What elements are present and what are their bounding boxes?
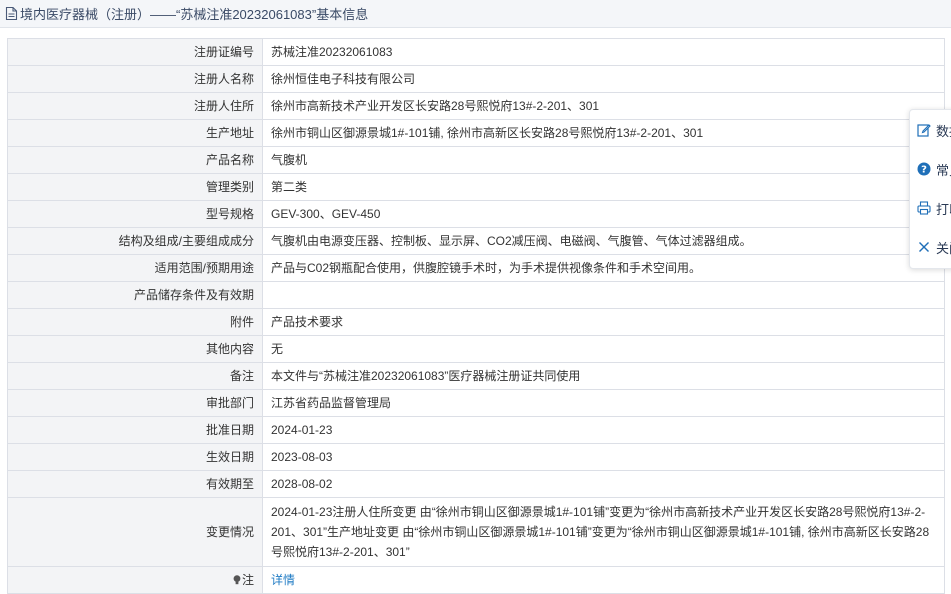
- field-value: 苏械注准20232061083: [262, 38, 945, 66]
- note-label: 注: [241, 573, 254, 587]
- table-row: 附件 产品技术要求: [7, 308, 945, 336]
- field-label: 审批部门: [7, 389, 263, 417]
- table-row: 注册人名称 徐州恒佳电子科技有限公司: [7, 65, 945, 93]
- print-button[interactable]: 打印: [910, 189, 951, 227]
- change-history-row: 变更情况 2024-01-23注册人住所变更 由“徐州市铜山区御源景城1#-101…: [7, 497, 945, 567]
- page: 境内医疗器械（注册）——“苏械注准20232061083”基本信息 注册证编号苏…: [0, 0, 951, 594]
- field-value: 产品技术要求: [262, 308, 945, 336]
- table-row: 注册人住所 徐州市高新技术产业开发区长安路28号熙悦府13#-2-201、301: [7, 92, 945, 120]
- table-row: 批准日期 2024-01-23: [7, 416, 945, 444]
- field-label: 管理类别: [7, 173, 263, 201]
- print-label: 打印: [936, 201, 951, 217]
- note-value-cell: 详情: [262, 566, 945, 594]
- change-history-value: 2024-01-23注册人住所变更 由“徐州市铜山区御源景城1#-101铺”变更…: [262, 497, 945, 567]
- title-bar: 境内医疗器械（注册）——“苏械注准20232061083”基本信息: [0, 0, 951, 28]
- close-label: 关闭: [936, 240, 951, 256]
- table-row: 管理类别 第二类: [7, 173, 945, 201]
- print-icon: [917, 201, 931, 215]
- question-icon: ?: [917, 162, 931, 176]
- close-button[interactable]: 关闭: [910, 228, 951, 266]
- field-label: 批准日期: [7, 416, 263, 444]
- table-row: 适用范围/预期用途 产品与C02钢瓶配合使用，供腹腔镜手术时，为手术提供视像条件和…: [7, 254, 945, 282]
- field-value: 本文件与“苏械注准20232061083”医疗器械注册证共同使用: [262, 362, 945, 390]
- page-title: 境内医疗器械（注册）——“苏械注准20232061083”基本信息: [20, 7, 369, 22]
- table-row: 其他内容无: [7, 335, 945, 363]
- field-label: 注册人住所: [7, 92, 263, 120]
- field-value: 江苏省药品监督管理局: [262, 389, 945, 417]
- table-row: 产品名称 气腹机: [7, 146, 945, 174]
- table-row: 产品储存条件及有效期: [7, 281, 945, 309]
- edit-icon: [917, 123, 931, 137]
- field-value: 气腹机: [262, 146, 945, 174]
- table-row: 注册证编号 苏械注准20232061083: [7, 38, 945, 66]
- field-label: 有效期至: [7, 470, 263, 498]
- registration-info-table: 注册证编号 苏械注准20232061083 注册人名称 徐州恒佳电子科技有限公司 注册人…: [7, 38, 945, 594]
- note-label-cell: 注: [7, 566, 263, 594]
- field-label: 产品储存条件及有效期: [7, 281, 263, 309]
- close-icon: [917, 240, 931, 254]
- field-value: 徐州市铜山区御源景城1#-101铺, 徐州市高新区长安路28号熙悦府13#-2-…: [262, 119, 945, 147]
- field-label: 生效日期: [7, 443, 263, 471]
- field-label: 型号规格: [7, 200, 263, 228]
- field-label: 适用范围/预期用途: [7, 254, 263, 282]
- field-label: 产品名称: [7, 146, 263, 174]
- field-value: 徐州市高新技术产业开发区长安路28号熙悦府13#-2-201、301: [262, 92, 945, 120]
- table-row: 有效期至 2028-08-02: [7, 470, 945, 498]
- lightbulb-icon: [233, 572, 241, 585]
- field-value: 2023-08-03: [262, 443, 945, 471]
- table-row: 生产地址 徐州市铜山区御源景城1#-101铺, 徐州市高新区长安路28号熙悦府13…: [7, 119, 945, 147]
- data-correction-button[interactable]: 数据: [910, 111, 951, 149]
- floating-toolbar: 数据 ? 常见 打印: [909, 109, 951, 269]
- table-row: 备注 本文件与“苏械注准20232061083”医疗器械注册证共同使用: [7, 362, 945, 390]
- details-link[interactable]: 详情: [271, 573, 295, 587]
- field-value: 2028-08-02: [262, 470, 945, 498]
- field-label: 生产地址: [7, 119, 263, 147]
- field-label: 注册人名称: [7, 65, 263, 93]
- svg-text:?: ?: [921, 165, 927, 176]
- field-value: 徐州恒佳电子科技有限公司: [262, 65, 945, 93]
- info-table-body: 注册证编号 苏械注准20232061083 注册人名称 徐州恒佳电子科技有限公司 注册人…: [7, 38, 945, 594]
- field-value: [262, 281, 945, 309]
- field-value: GEV-300、GEV-450: [262, 200, 945, 228]
- field-label: 附件: [7, 308, 263, 336]
- field-label: 结构及组成/主要组成成分: [7, 227, 263, 255]
- change-history-label: 变更情况: [7, 497, 263, 567]
- table-row: 审批部门 江苏省药品监督管理局: [7, 389, 945, 417]
- field-value: 第二类: [262, 173, 945, 201]
- field-value: 无: [262, 335, 945, 363]
- document-icon: [5, 6, 18, 21]
- faq-label: 常见: [936, 162, 951, 178]
- field-value: 2024-01-23: [262, 416, 945, 444]
- field-label: 其他内容: [7, 335, 263, 363]
- field-label: 注册证编号: [7, 38, 263, 66]
- faq-button[interactable]: ? 常见: [910, 150, 951, 188]
- field-value: 气腹机由电源变压器、控制板、显示屏、CO2减压阀、电磁阀、气腹管、气体过滤器组成…: [262, 227, 945, 255]
- table-row: 生效日期 2023-08-03: [7, 443, 945, 471]
- field-value: 产品与C02钢瓶配合使用，供腹腔镜手术时，为手术提供视像条件和手术空间用。: [262, 254, 945, 282]
- note-row: 注 详情: [7, 566, 945, 594]
- field-label: 备注: [7, 362, 263, 390]
- table-row: 型号规格 GEV-300、GEV-450: [7, 200, 945, 228]
- data-correction-label: 数据: [936, 123, 951, 139]
- table-row: 结构及组成/主要组成成分 气腹机由电源变压器、控制板、显示屏、CO2减压阀、电磁阀…: [7, 227, 945, 255]
